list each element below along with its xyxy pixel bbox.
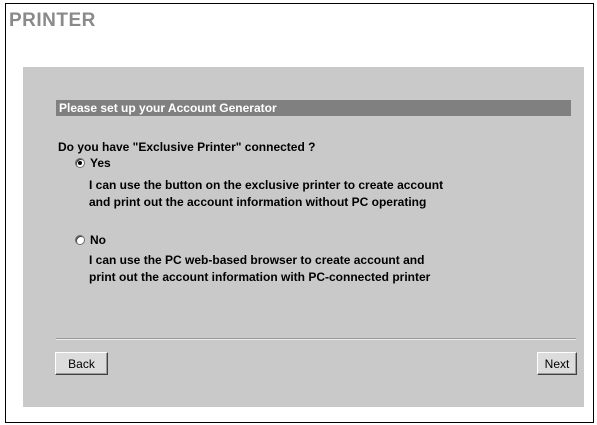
radio-selected-dot [78, 161, 82, 165]
option-description-no: I can use the PC web-based browser to cr… [89, 252, 430, 286]
printer-question: Do you have "Exclusive Printer" connecte… [58, 140, 316, 154]
page-title: PRINTER [9, 10, 96, 31]
radio-option-no[interactable]: No [75, 233, 106, 247]
back-button[interactable]: Back [55, 352, 108, 375]
setup-panel: Please set up your Account Generator Do … [22, 66, 584, 407]
radio-button-yes[interactable] [75, 158, 85, 168]
description-line: I can use the button on the exclusive pr… [89, 178, 444, 192]
window-frame: PRINTER Please set up your Account Gener… [5, 3, 594, 423]
radio-option-yes[interactable]: Yes [75, 156, 111, 170]
next-button[interactable]: Next [537, 352, 577, 375]
option-description-yes: I can use the button on the exclusive pr… [89, 177, 443, 211]
divider [56, 338, 576, 340]
description-line: print out the account information with P… [89, 270, 431, 284]
radio-button-no[interactable] [75, 235, 85, 245]
description-line: I can use the PC web-based browser to cr… [89, 253, 425, 267]
option-label-yes: Yes [90, 156, 111, 170]
section-header: Please set up your Account Generator [56, 100, 571, 116]
option-label-no: No [90, 233, 106, 247]
description-line: and print out the account information wi… [89, 195, 427, 209]
